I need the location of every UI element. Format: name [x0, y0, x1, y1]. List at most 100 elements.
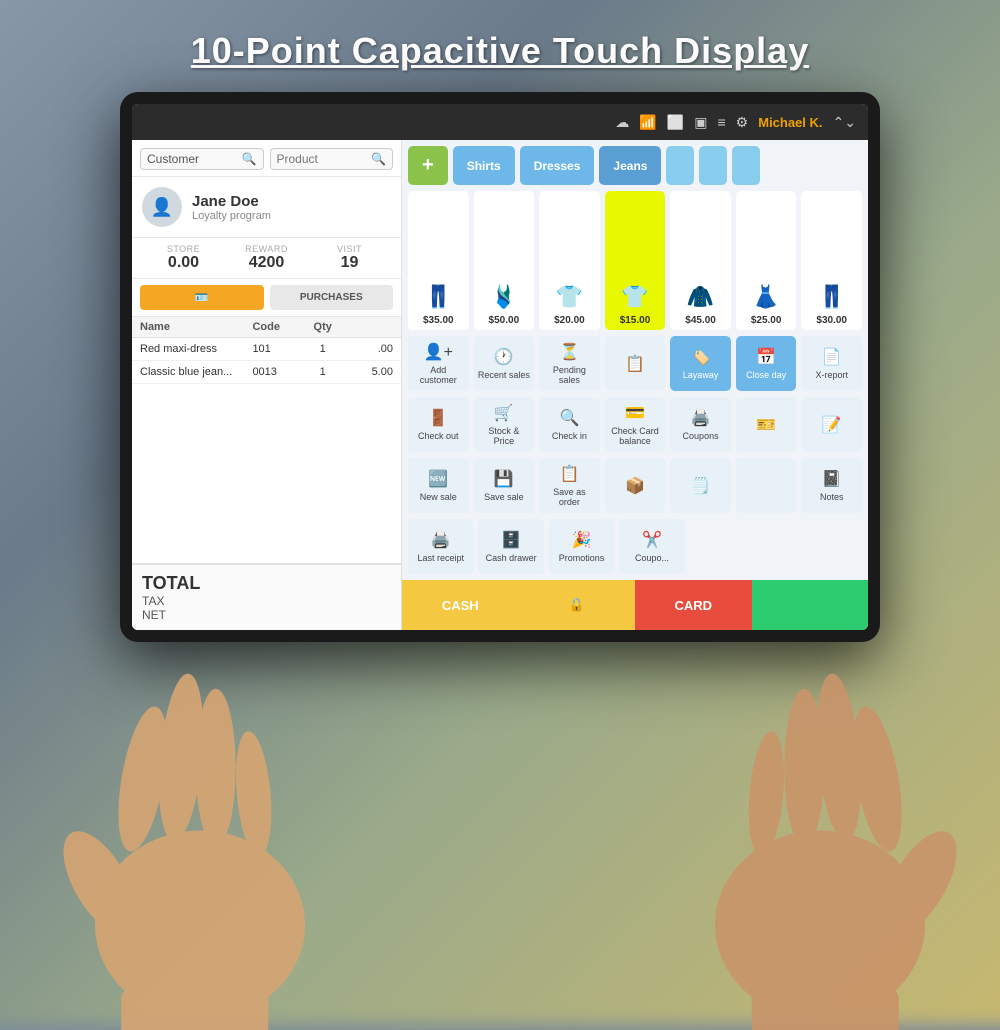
x-report-label: X-report	[815, 370, 848, 380]
other-pay-button[interactable]	[752, 580, 869, 630]
cat5-button[interactable]	[699, 146, 727, 185]
product-item[interactable]: 👕 $15.00	[605, 191, 666, 330]
product-image-3: 👕	[551, 279, 587, 315]
new-sale-button[interactable]: 🆕 New sale	[408, 458, 469, 513]
add-customer-button[interactable]: 👤+ Add customer	[408, 336, 469, 391]
item-code-2: 0013	[252, 366, 308, 378]
action-row3-5[interactable]: 🗒️	[670, 458, 731, 513]
search-row: 🔍 🔍	[132, 140, 401, 177]
net-label: NET	[142, 608, 166, 622]
pending-sales-button[interactable]: ⏳ Pending sales	[539, 336, 600, 391]
product-item[interactable]: 🧥 $45.00	[670, 191, 731, 330]
lock-button[interactable]: 🔒	[519, 580, 636, 630]
product-item[interactable]: 👗 $25.00	[736, 191, 797, 330]
coupons-print-button[interactable]: 🖨️ Coupons	[670, 397, 731, 452]
card-balance-button[interactable]: 💳 Check Card balance	[605, 397, 666, 452]
product-price-7: $30.00	[816, 315, 847, 326]
product-search-icon: 🔍	[371, 152, 386, 166]
cat6-button[interactable]	[732, 146, 760, 185]
purchases-tab[interactable]: PURCHASES	[270, 285, 394, 310]
product-item[interactable]: 👖 $30.00	[801, 191, 862, 330]
reward-label: REWARD	[225, 244, 308, 254]
shirts-category-button[interactable]: Shirts	[453, 146, 515, 185]
screen: ☁ 📶 ⬜ ▣ ≡ ⚙ Michael K. ⌃⌄ 🔍	[132, 104, 868, 630]
dresses-category-button[interactable]: Dresses	[520, 146, 595, 185]
product-item[interactable]: 👖 $35.00	[408, 191, 469, 330]
product-image-2: 🩱	[486, 279, 522, 315]
card-pay-button[interactable]: CARD	[635, 580, 752, 630]
product-price-5: $45.00	[685, 315, 716, 326]
recent-sales-button[interactable]: 🕐 Recent sales	[474, 336, 535, 391]
save-order-button[interactable]: 📋 Save as order	[539, 458, 600, 513]
category-row: + Shirts Dresses Jeans	[402, 140, 868, 191]
product-item[interactable]: 👕 $20.00	[539, 191, 600, 330]
chevron-icon: ⌃⌄	[833, 114, 856, 131]
checkout-button[interactable]: 🚪 Check out	[408, 397, 469, 452]
action7-icon: 📝	[822, 415, 842, 435]
action-row3-6[interactable]	[736, 458, 797, 513]
product-search-input[interactable]	[277, 152, 372, 166]
save-sale-button[interactable]: 💾 Save sale	[474, 458, 535, 513]
action-row-3: 🆕 New sale 💾 Save sale 📋 Save as order	[402, 458, 868, 519]
visit-value: 19	[308, 254, 391, 272]
cloud-icon: ☁	[615, 114, 629, 131]
left-panel: 🔍 🔍 👤 Jane Doe Loyalty program	[132, 140, 402, 630]
table-header: Name Code Qty	[132, 317, 401, 338]
screen-icon: ⬜	[667, 114, 684, 131]
item-qty-2: 1	[309, 366, 337, 378]
product-grid: 👖 $35.00 🩱 $50.00 👕 $20.00 👕	[402, 191, 868, 336]
pending-sales-label: Pending sales	[543, 365, 596, 385]
id-tab[interactable]: 🪪	[140, 285, 264, 310]
notes-button[interactable]: 📓 Notes	[801, 458, 862, 513]
product-search-box[interactable]: 🔍	[270, 148, 394, 170]
action-row3-4[interactable]: 📦	[605, 458, 666, 513]
customer-details: Jane Doe Loyalty program	[192, 193, 271, 222]
new-sale-label: New sale	[420, 492, 457, 502]
save-order-label: Save as order	[543, 487, 596, 507]
cat4-button[interactable]	[666, 146, 694, 185]
promotions-button[interactable]: 🎉 Promotions	[549, 519, 614, 574]
cash-drawer-button[interactable]: 🗄️ Cash drawer	[478, 519, 543, 574]
action6-button[interactable]: 🎫	[736, 397, 797, 452]
product-image-4: 👕	[617, 279, 653, 315]
action-row-2: 🚪 Check out 🛒 Stock & Price 🔍 Check in	[402, 397, 868, 458]
action4-button[interactable]: 📋	[605, 336, 666, 391]
stock-price-button[interactable]: 🛒 Stock & Price	[474, 397, 535, 452]
cash-pay-button[interactable]: CASH	[402, 580, 519, 630]
customer-info: 👤 Jane Doe Loyalty program	[132, 177, 401, 238]
add-customer-icon: 👤+	[424, 342, 453, 362]
window-icon: ▣	[694, 114, 707, 131]
promotions-label: Promotions	[559, 553, 605, 563]
table-row[interactable]: Red maxi-dress 101 1 .00	[132, 338, 401, 361]
total-area: TOTAL TAX NET	[132, 563, 401, 630]
checkout-icon: 🚪	[428, 408, 448, 428]
product-item[interactable]: 🩱 $50.00	[474, 191, 535, 330]
pos-content: 🔍 🔍 👤 Jane Doe Loyalty program	[132, 140, 868, 630]
action7-button[interactable]: 📝	[801, 397, 862, 452]
last-receipt-label: Last receipt	[417, 553, 464, 563]
settings-icon: ⚙	[736, 114, 749, 131]
table-row[interactable]: Classic blue jean... 0013 1 5.00	[132, 361, 401, 384]
add-category-button[interactable]: +	[408, 146, 448, 185]
tax-line: TAX	[142, 594, 391, 608]
customer-search-box[interactable]: 🔍	[140, 148, 264, 170]
product-image-7: 👖	[814, 279, 850, 315]
coupon-icon: ✂️	[642, 530, 662, 550]
close-day-button[interactable]: 📅 Close day	[736, 336, 797, 391]
layaway-button[interactable]: 🏷️ Layaway	[670, 336, 731, 391]
layaway-icon: 🏷️	[691, 347, 711, 367]
last-receipt-button[interactable]: 🖨️ Last receipt	[408, 519, 473, 574]
action4-icon: 📋	[625, 354, 645, 374]
action-row-4: 🖨️ Last receipt 🗄️ Cash drawer 🎉 Promoti…	[402, 519, 868, 580]
pending-sales-icon: ⏳	[559, 342, 579, 362]
order-table: Name Code Qty Red maxi-dress 101 1 .00	[132, 317, 401, 563]
recent-sales-label: Recent sales	[478, 370, 530, 380]
x-report-button[interactable]: 📄 X-report	[801, 336, 862, 391]
card-balance-label: Check Card balance	[609, 426, 662, 446]
page-title: 10-Point Capacitive Touch Display	[191, 30, 809, 72]
check-in-button[interactable]: 🔍 Check in	[539, 397, 600, 452]
close-day-icon: 📅	[756, 347, 776, 367]
jeans-category-button[interactable]: Jeans	[599, 146, 661, 185]
coupon-button[interactable]: ✂️ Coupo...	[619, 519, 684, 574]
customer-search-input[interactable]	[147, 152, 242, 166]
